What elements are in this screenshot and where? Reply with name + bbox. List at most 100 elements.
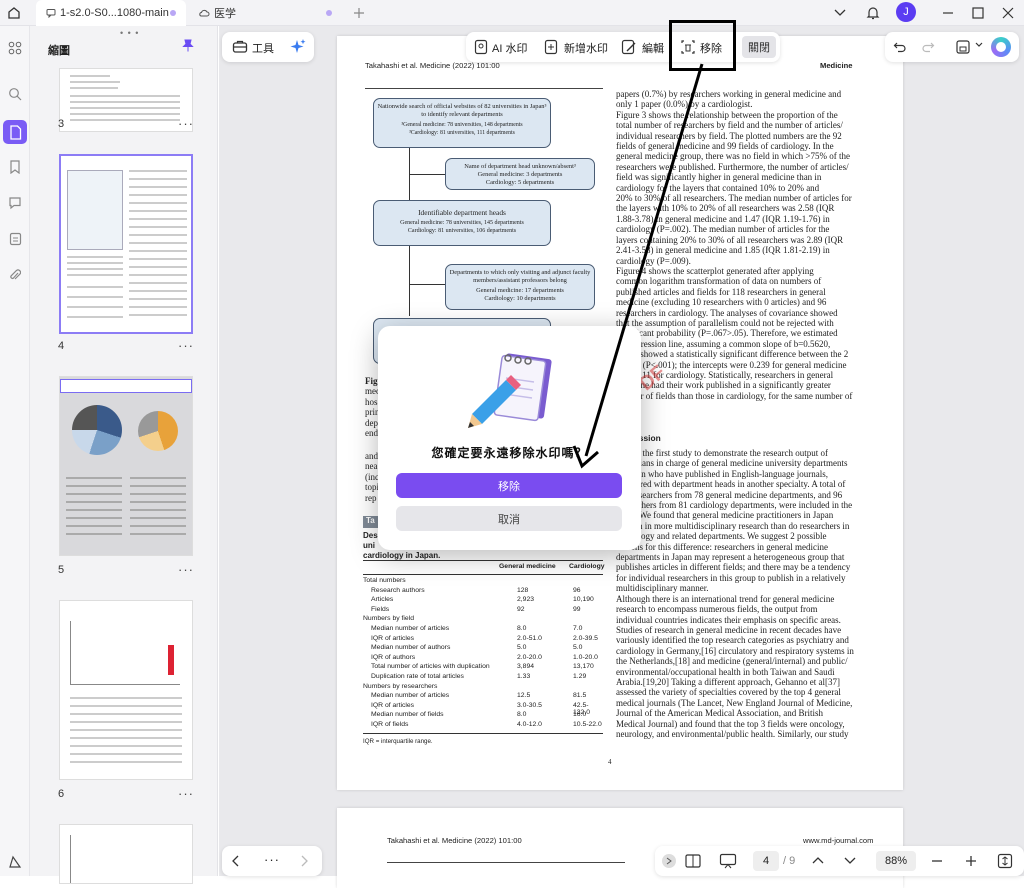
- drag-handle[interactable]: • • •: [120, 28, 139, 38]
- zoom-in-icon[interactable]: [965, 854, 977, 868]
- close-icon[interactable]: [998, 3, 1018, 23]
- tools-bar: 工具: [222, 32, 314, 62]
- text-line: cardiology in Germany,[16] circulatory a…: [616, 645, 854, 656]
- table-cell: 12.5: [517, 692, 531, 700]
- grid-icon[interactable]: [5, 38, 25, 58]
- chevron-down-icon[interactable]: [830, 3, 850, 23]
- text-line: variously identified the top research ca…: [616, 635, 849, 646]
- pin-icon[interactable]: [182, 39, 194, 52]
- text-line: Studies of research in general medicine …: [616, 624, 842, 635]
- table-cell: 81.5: [573, 692, 587, 700]
- journal-url: www.md-journal.com: [803, 836, 874, 845]
- page-number-label: 6: [58, 788, 65, 800]
- table-header: Cardiology: [569, 563, 605, 570]
- sparkle-icon[interactable]: [289, 38, 307, 56]
- page-number-input[interactable]: 4: [753, 851, 779, 871]
- table-cell: 7.0: [573, 624, 583, 632]
- left-rail: [0, 26, 30, 876]
- tab-medicine[interactable]: 医学: [188, 0, 342, 26]
- text-line: Although there is an international trend…: [616, 593, 835, 604]
- undo-icon[interactable]: [893, 40, 907, 54]
- page-more-menu[interactable]: ···: [178, 338, 194, 353]
- page-thumbnail-7[interactable]: [59, 824, 193, 884]
- text-line: publish in more multidisciplinary resear…: [616, 520, 850, 531]
- avatar[interactable]: J: [896, 2, 916, 22]
- bell-icon[interactable]: [863, 3, 883, 23]
- theme-icon[interactable]: [5, 852, 25, 872]
- tools-button[interactable]: 工具: [252, 40, 274, 56]
- add-watermark-button[interactable]: 新增水印: [564, 40, 608, 56]
- text-line: neurology, and environmental/public heal…: [616, 728, 849, 739]
- page-thumbnail-6[interactable]: [59, 600, 193, 780]
- table-row: Median number of fields 8.0 16.0: [363, 711, 603, 721]
- close-watermark-button[interactable]: 關閉: [742, 36, 776, 58]
- text-line: Medical Journal) and found that the top …: [616, 718, 845, 729]
- table-cell: IQR of articles: [371, 634, 415, 642]
- table-row: Median number of articles 8.0 7.0: [363, 625, 603, 635]
- page-more-menu[interactable]: ···: [178, 786, 194, 801]
- zoom-level[interactable]: 88%: [876, 851, 916, 871]
- ai-watermark-button[interactable]: AI 水印: [492, 40, 527, 56]
- page-thumbnails-icon[interactable]: [3, 120, 27, 144]
- more-menu[interactable]: ···: [264, 852, 280, 867]
- history-bar: [885, 32, 1019, 62]
- form-icon[interactable]: [5, 229, 25, 249]
- maximize-icon[interactable]: [968, 3, 988, 23]
- bookmark-icon[interactable]: [5, 157, 25, 177]
- page-number: 4: [608, 758, 612, 766]
- flowchart-text: General medicine: 78 universities, 145 d…: [400, 220, 524, 226]
- text-line: study. We found that general medicine pr…: [616, 510, 834, 521]
- page-number-label: 4: [58, 340, 65, 352]
- cancel-button[interactable]: 取消: [396, 506, 622, 531]
- page-more-menu[interactable]: ···: [178, 116, 194, 131]
- text-line: Journal of the American Medical Associat…: [616, 708, 823, 719]
- table-cell: 8.0: [517, 711, 527, 719]
- home-icon[interactable]: [4, 3, 24, 23]
- new-tab-icon[interactable]: [349, 3, 369, 23]
- search-icon[interactable]: [5, 84, 25, 104]
- page-thumbnail-4[interactable]: [59, 154, 193, 334]
- page-nav-bar: ···: [222, 846, 322, 876]
- presentation-icon[interactable]: [719, 853, 737, 869]
- table-cell: Duplication rate of total articles: [371, 672, 464, 680]
- text-line: assessed the variety of specialties cove…: [616, 687, 841, 698]
- panel-title: 縮圖: [48, 45, 70, 57]
- reading-mode-icon[interactable]: [685, 854, 701, 868]
- table-cell: 2,923: [517, 596, 535, 604]
- tab-document[interactable]: 1-s2.0-S0...1080-main: [36, 0, 186, 26]
- zoom-out-icon[interactable]: [931, 854, 943, 868]
- chevron-up-icon[interactable]: [812, 856, 824, 864]
- flowchart-text: ³General medicine: 78 universities, 148 …: [401, 122, 523, 128]
- table-cell: 96: [573, 586, 581, 594]
- redo-icon[interactable]: [921, 40, 935, 54]
- table-cell: 128: [517, 586, 529, 594]
- text-line: publishes articles in different fields; …: [616, 562, 851, 573]
- save-icon[interactable]: [955, 39, 971, 55]
- text-line: compared with department heads in anothe…: [616, 479, 846, 490]
- table-cell: 10.5-22.0: [573, 720, 602, 728]
- journal-name: Medicine: [820, 61, 853, 70]
- table-row: Total numbers: [363, 577, 603, 587]
- table-row: Fields 92 99: [363, 606, 603, 616]
- text-line: Arabia.[19,20] Taking a different approa…: [616, 676, 840, 687]
- attachment-icon[interactable]: [5, 265, 25, 285]
- minimize-icon[interactable]: [938, 3, 958, 23]
- collapse-icon[interactable]: [662, 854, 676, 868]
- confirm-remove-button[interactable]: 移除: [396, 473, 622, 498]
- fit-page-icon[interactable]: [997, 853, 1013, 869]
- comment-panel-icon[interactable]: [5, 193, 25, 213]
- flowchart-text: ³Cardiology: 81 universities, 111 depart…: [409, 130, 515, 136]
- chevron-down-icon[interactable]: [975, 42, 983, 48]
- running-head: Takahashi et al. Medicine (2022) 101:00: [365, 61, 500, 70]
- chevron-left-icon[interactable]: [232, 855, 240, 867]
- title-bar: 1-s2.0-S0...1080-main 医学 J: [0, 0, 1024, 26]
- text-line: for individual researchers in this group…: [616, 572, 846, 583]
- chevron-right-icon[interactable]: [300, 855, 308, 867]
- page-more-menu[interactable]: ···: [178, 562, 194, 577]
- page-thumbnail-5[interactable]: [59, 376, 193, 556]
- table-row: Median number of articles 12.5 81.5: [363, 692, 603, 702]
- edit-button[interactable]: 編輯: [642, 40, 664, 56]
- ai-assistant-icon[interactable]: [991, 37, 1011, 57]
- chevron-down-icon[interactable]: [844, 857, 856, 865]
- page-thumbnail-3[interactable]: [59, 68, 193, 132]
